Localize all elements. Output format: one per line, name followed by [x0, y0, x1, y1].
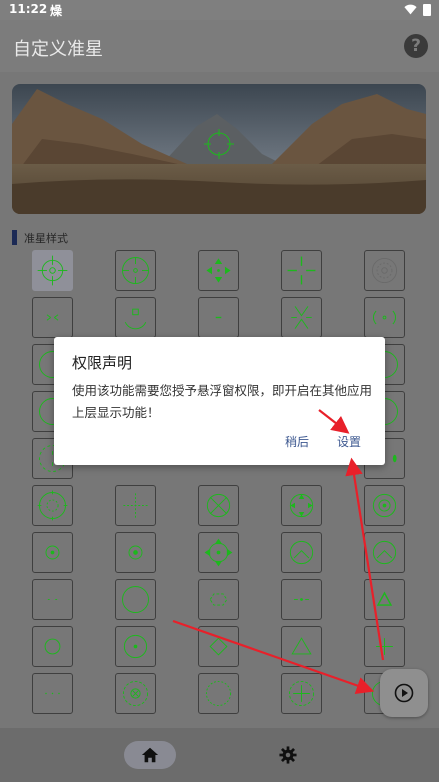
crosshair-dash-arrows-icon — [294, 598, 309, 601]
crosshair-arrows-icon — [206, 258, 231, 283]
crosshair-option[interactable] — [115, 673, 156, 714]
crosshair-option[interactable] — [115, 250, 156, 291]
gear-icon[interactable] — [279, 746, 297, 764]
status-bar: 11:22 燥 — [0, 0, 439, 20]
home-icon — [141, 747, 159, 763]
crosshair-double-ring-icon — [372, 493, 397, 518]
crosshair-option[interactable] — [32, 485, 73, 526]
app-bar: 自定义准星 ? — [0, 20, 439, 72]
crosshair-plus-gap-icon — [287, 256, 316, 285]
crosshair-hexagon-icon — [209, 593, 228, 606]
crosshair-triangle-outline-icon — [291, 637, 312, 655]
dialog-title: 权限声明 — [72, 354, 133, 372]
crosshair-ring-cross-dot-icon — [288, 680, 315, 707]
crosshair-option[interactable] — [364, 532, 405, 573]
crosshair-option[interactable] — [364, 579, 405, 620]
crosshair-option[interactable] — [364, 485, 405, 526]
crosshair-ring-arrows-icon — [289, 493, 314, 518]
crosshair-option[interactable] — [198, 579, 239, 620]
crosshair-option[interactable] — [281, 485, 322, 526]
banner-image — [12, 84, 426, 214]
crosshair-dotted-plus-icon — [123, 493, 148, 518]
crosshair-option[interactable] — [32, 532, 73, 573]
crosshair-circle-cross-icon — [122, 257, 149, 284]
status-time: 11:22 — [9, 2, 48, 16]
later-button[interactable]: 稍后 — [285, 433, 309, 450]
settings-button[interactable]: 设置 — [337, 433, 361, 450]
crosshair-option[interactable] — [364, 626, 405, 667]
status-indicator: 燥 — [50, 4, 63, 18]
crosshair-option[interactable] — [198, 250, 239, 291]
crosshair-ring-dot-icon — [123, 634, 148, 659]
crosshair-thin-plus-icon — [376, 638, 393, 655]
crosshair-cross-ring-icon — [206, 493, 231, 518]
crosshair-small-ring-icon — [45, 545, 60, 560]
floating-action-button[interactable] — [380, 669, 428, 717]
crosshair-option[interactable] — [32, 250, 73, 291]
crosshair-option[interactable] — [281, 250, 322, 291]
crosshair-triangle-icon — [376, 591, 393, 606]
play-circle-icon — [394, 683, 414, 703]
section-accent-bar — [12, 230, 17, 245]
crosshair-option[interactable] — [198, 532, 239, 573]
crosshair-dashed-circle-icon — [205, 680, 232, 707]
crosshair-ring-ticks-icon — [37, 490, 68, 521]
crosshair-option[interactable] — [281, 532, 322, 573]
crosshair-x-icon — [46, 314, 59, 321]
crosshair-target-rings-icon — [371, 257, 398, 284]
crosshair-option[interactable] — [32, 579, 73, 620]
crosshair-ring-chevron-icon — [372, 540, 397, 565]
crosshair-option[interactable] — [281, 579, 322, 620]
help-icon[interactable]: ? — [404, 34, 428, 58]
crosshair-tiny-dash-icon — [47, 599, 58, 600]
crosshair-square-arc-icon — [124, 308, 147, 330]
wifi-icon — [404, 4, 417, 15]
battery-icon — [423, 4, 431, 16]
crosshair-option[interactable] — [115, 626, 156, 667]
crosshair-option[interactable] — [198, 626, 239, 667]
crosshair-option[interactable] — [281, 626, 322, 667]
crosshair-brackets-icon — [373, 310, 396, 325]
crosshair-option[interactable] — [32, 673, 73, 714]
crosshair-option[interactable] — [198, 673, 239, 714]
crosshair-option[interactable] — [115, 297, 156, 338]
crosshair-option[interactable] — [115, 485, 156, 526]
crosshair-small-circle-icon — [44, 638, 61, 655]
crosshair-chevrons-icon — [291, 306, 312, 329]
permission-dialog: 权限声明 使用该功能需要您授予悬浮窗权限，即开启在其他应用上层显示功能！ 稍后 … — [54, 337, 385, 465]
desert-scene-image — [12, 84, 426, 214]
crosshair-dash-icon — [215, 316, 222, 319]
section-title: 准星样式 — [24, 232, 68, 245]
crosshair-option[interactable] — [281, 297, 322, 338]
crosshair-option[interactable] — [32, 297, 73, 338]
crosshair-large-ring-icon — [122, 586, 149, 613]
crosshair-diamond-icon — [209, 637, 228, 656]
crosshair-option[interactable] — [364, 297, 405, 338]
page-title: 自定义准星 — [13, 39, 103, 60]
crosshair-ring-arrows-icon — [204, 538, 233, 567]
crosshair-option[interactable] — [364, 250, 405, 291]
crosshair-option[interactable] — [115, 579, 156, 620]
nav-home-button[interactable] — [124, 741, 176, 769]
crosshair-option[interactable] — [198, 485, 239, 526]
dialog-message: 使用该功能需要您授予悬浮窗权限，即开启在其他应用上层显示功能！ — [72, 383, 373, 420]
crosshair-dots-icon — [45, 692, 60, 695]
crosshair-ring-chevron-icon — [289, 540, 314, 565]
crosshair-small-ring-icon — [128, 545, 143, 560]
bottom-navigation — [0, 728, 439, 782]
crosshair-scope-icon — [37, 255, 68, 286]
crosshair-ring-x-icon — [122, 680, 149, 707]
crosshair-option[interactable] — [115, 532, 156, 573]
crosshair-option[interactable] — [281, 673, 322, 714]
crosshair-option[interactable] — [32, 626, 73, 667]
crosshair-option[interactable] — [198, 297, 239, 338]
